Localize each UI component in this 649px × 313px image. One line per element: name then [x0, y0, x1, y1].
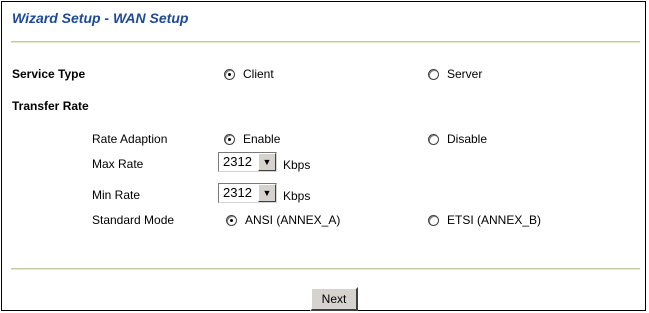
- standard-mode-etsi-option[interactable]: ETSI (ANNEX_B): [428, 213, 541, 227]
- radio-ansi[interactable]: [226, 214, 237, 226]
- min-rate-unit: Kbps: [283, 189, 311, 203]
- radio-enable-label: Enable: [243, 132, 281, 146]
- max-rate-row: 2312 ▼ Kbps: [218, 152, 310, 172]
- max-rate-label: Max Rate: [92, 157, 144, 171]
- radio-etsi-label: ETSI (ANNEX_B): [447, 213, 542, 227]
- rate-adaption-label: Rate Adaption: [92, 132, 168, 146]
- max-rate-value: 2312: [223, 154, 252, 169]
- radio-disable[interactable]: [428, 133, 439, 145]
- header-divider: [11, 41, 640, 43]
- standard-mode-ansi-option[interactable]: ANSI (ANNEX_A): [226, 213, 340, 227]
- service-type-client-option[interactable]: Client: [224, 67, 274, 81]
- chevron-down-icon[interactable]: ▼: [258, 153, 276, 171]
- footer-divider: [11, 268, 640, 270]
- min-rate-row: 2312 ▼ Kbps: [218, 183, 310, 203]
- wizard-frame: Wizard Setup - WAN Setup Service Type Cl…: [1, 1, 646, 311]
- max-rate-select[interactable]: 2312 ▼: [218, 152, 277, 172]
- min-rate-value: 2312: [223, 185, 252, 200]
- radio-enable[interactable]: [224, 133, 235, 145]
- min-rate-label: Min Rate: [92, 188, 141, 202]
- radio-ansi-label: ANSI (ANNEX_A): [245, 213, 341, 227]
- standard-mode-label: Standard Mode: [92, 213, 175, 227]
- next-button[interactable]: Next: [310, 287, 358, 311]
- radio-disable-label: Disable: [447, 132, 488, 146]
- page-title: Wizard Setup - WAN Setup: [12, 10, 189, 26]
- radio-server-label: Server: [447, 67, 483, 81]
- radio-etsi[interactable]: [428, 214, 439, 226]
- transfer-rate-label: Transfer Rate: [12, 99, 89, 113]
- service-type-server-option[interactable]: Server: [428, 67, 482, 81]
- rate-adaption-enable-option[interactable]: Enable: [224, 132, 280, 146]
- rate-adaption-disable-option[interactable]: Disable: [428, 132, 487, 146]
- chevron-down-icon[interactable]: ▼: [258, 184, 276, 202]
- radio-client-label: Client: [243, 67, 274, 81]
- radio-server[interactable]: [428, 68, 439, 80]
- min-rate-select[interactable]: 2312 ▼: [218, 183, 277, 203]
- radio-client[interactable]: [224, 68, 235, 80]
- service-type-label: Service Type: [12, 67, 86, 81]
- max-rate-unit: Kbps: [283, 158, 311, 172]
